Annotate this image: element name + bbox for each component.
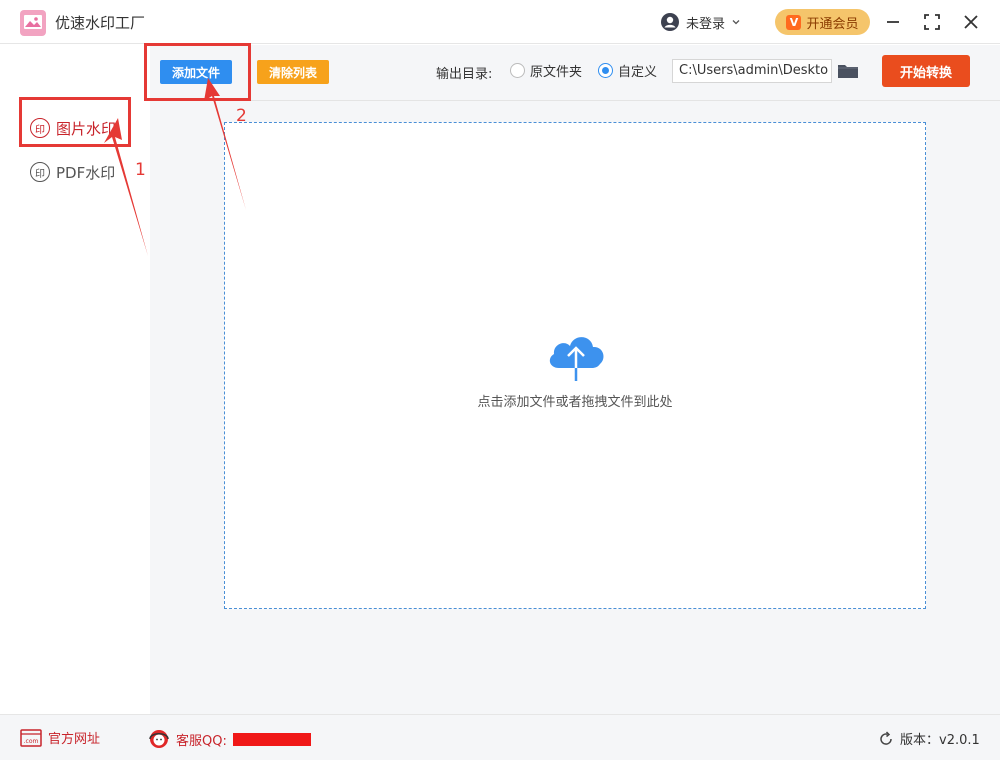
sidebar-item-pdf-watermark[interactable]: 印 PDF水印 [30, 159, 115, 185]
annotation-number-1: 1 [135, 160, 146, 180]
official-website-link[interactable]: .com 官方网址 [20, 728, 100, 747]
app-title: 优速水印工厂 [55, 14, 146, 32]
folder-icon[interactable] [837, 61, 859, 81]
version-label: 版本：v2.0.1 [900, 733, 980, 748]
radio-circle[interactable] [510, 63, 525, 78]
minimize-icon[interactable] [881, 10, 905, 34]
cloud-upload-icon [549, 337, 604, 381]
drop-hint-text: 点击添加文件或者拖拽文件到此处 [477, 395, 673, 410]
main-content: 添加文件 清除列表 输出目录: 原文件夹 自定义 C:\Users\admin\… [150, 45, 1000, 714]
toolbar: 添加文件 清除列表 输出目录: 原文件夹 自定义 C:\Users\admin\… [150, 45, 1000, 101]
stamp-icon: 印 [30, 118, 50, 138]
file-drop-zone[interactable]: 点击添加文件或者拖拽文件到此处 [224, 122, 926, 609]
footer: .com 官方网址 客服QQ: 版本：v2.0.1 [0, 714, 1000, 760]
vip-button[interactable]: V 开通会员 [775, 9, 870, 35]
vip-badge-icon: V [786, 14, 802, 30]
app-logo-icon [20, 10, 46, 36]
annotation-number-2: 2 [236, 106, 247, 126]
close-icon[interactable] [959, 10, 983, 34]
radio-original-folder[interactable]: 原文件夹 [510, 61, 582, 80]
chevron-down-icon [732, 20, 740, 25]
website-icon-text: .com [24, 738, 39, 745]
sidebar-item-label: PDF水印 [56, 163, 116, 182]
start-convert-button[interactable]: 开始转换 [882, 55, 970, 87]
qq-label: 客服QQ: [176, 733, 227, 749]
qq-number-redacted [232, 732, 311, 746]
radio-label: 原文件夹 [530, 65, 583, 80]
sidebar-item-label: 图片水印 [56, 119, 117, 138]
output-path-field[interactable]: C:\Users\admin\Deskto [672, 59, 832, 83]
customer-service-qq[interactable]: 客服QQ: [148, 728, 311, 750]
version-info[interactable]: 版本：v2.0.1 [878, 729, 980, 748]
add-file-button[interactable]: 添加文件 [160, 60, 232, 84]
website-label: 官方网址 [48, 732, 101, 747]
output-dir-label: 输出目录: [436, 67, 493, 82]
website-icon: .com [20, 728, 42, 747]
refresh-icon [880, 730, 892, 745]
radio-label: 自定义 [618, 65, 658, 80]
user-label: 未登录 [686, 16, 726, 32]
vip-label: 开通会员 [806, 16, 859, 32]
sidebar: 印 图片水印 印 PDF水印 [0, 45, 150, 714]
customer-service-icon [149, 730, 169, 748]
user-login-menu[interactable]: 未登录 [660, 10, 741, 34]
sidebar-item-image-watermark[interactable]: 印 图片水印 [30, 115, 116, 141]
clear-list-button[interactable]: 清除列表 [257, 60, 329, 84]
user-icon [661, 13, 679, 31]
stamp-icon: 印 [30, 162, 50, 182]
radio-custom-folder[interactable]: 自定义 [598, 61, 657, 80]
title-bar: 优速水印工厂 未登录 V 开通会员 [0, 0, 1000, 44]
maximize-icon[interactable] [920, 10, 944, 34]
radio-circle-checked[interactable] [598, 63, 613, 78]
